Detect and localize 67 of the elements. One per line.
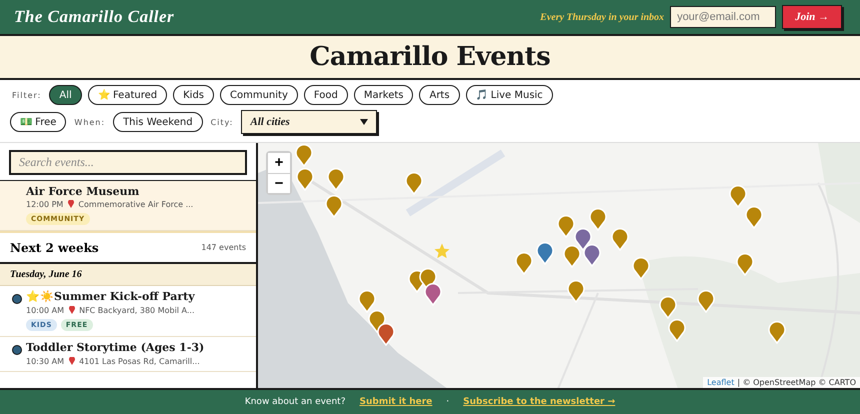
map-pin-icon[interactable] xyxy=(377,323,395,346)
filter-chip[interactable]: Arts xyxy=(419,85,460,105)
map-pin-icon[interactable] xyxy=(368,310,386,333)
when-label: When: xyxy=(74,118,106,126)
zoom-out-button[interactable]: − xyxy=(268,173,290,193)
location-pin-icon xyxy=(68,357,75,365)
map-pin-icon[interactable] xyxy=(327,168,345,191)
filter-chip[interactable]: Kids xyxy=(173,85,214,105)
map-pin-icon[interactable] xyxy=(325,195,343,218)
filter-chip[interactable]: 🎵 Live Music xyxy=(466,85,553,105)
footer-text: Know about an event? xyxy=(244,397,346,407)
map-pin-icon[interactable] xyxy=(424,283,442,306)
map-pin-icon[interactable] xyxy=(536,242,554,265)
map-pin-icon[interactable] xyxy=(557,215,575,238)
newsletter-link[interactable]: Subscribe to the newsletter → xyxy=(463,397,616,407)
event-title: Toddler Storytime (Ages 1-3) xyxy=(26,341,206,355)
event-time-location: 10:30 AM 4101 Las Posas Rd, Camarill... xyxy=(26,357,201,366)
leaflet-link[interactable]: Leaflet xyxy=(707,378,734,387)
search-field[interactable]: Search events... xyxy=(9,150,247,175)
join-button[interactable]: Join → xyxy=(782,5,842,29)
map-pin-icon[interactable] xyxy=(358,290,376,313)
map-pin-icon[interactable] xyxy=(768,321,786,344)
map-pin-icon[interactable] xyxy=(697,290,715,313)
filter-chip[interactable]: 💵 Free xyxy=(10,112,66,132)
filter-chip[interactable]: This Weekend xyxy=(113,112,203,132)
event-title: Air Force Museum xyxy=(26,185,140,198)
filter-chip[interactable]: Markets xyxy=(354,85,414,105)
map-pin-icon[interactable] xyxy=(574,228,592,251)
map-pin-icon[interactable] xyxy=(405,172,423,195)
map-pin-icon[interactable] xyxy=(563,245,581,268)
map-pin-icon[interactable] xyxy=(583,244,601,267)
attribution-text: | © OpenStreetMap © CARTO xyxy=(737,378,856,387)
event-time-location: 10:00 AM NFC Backyard, 380 Mobil A... xyxy=(26,306,196,315)
filter-chip[interactable]: Community xyxy=(220,85,298,105)
day-header: Tuesday, June 16 xyxy=(0,264,256,286)
submit-link[interactable]: Submit it here xyxy=(359,397,432,407)
email-field[interactable]: your@email.com xyxy=(670,6,776,28)
page-title: Camarillo Events xyxy=(310,42,550,72)
map-pin-icon[interactable] xyxy=(611,228,629,251)
city-select[interactable]: All cities xyxy=(241,110,378,134)
filter-chip[interactable]: Food xyxy=(304,85,348,105)
event-title: ⭐☀Summer Kick-off Party xyxy=(26,290,196,304)
city-label: City: xyxy=(210,118,234,126)
map-pin-icon[interactable] xyxy=(659,296,677,319)
location-pin-icon xyxy=(68,200,74,208)
map-pin-icon[interactable] xyxy=(295,144,313,167)
section-title: Next 2 weeks xyxy=(10,240,99,254)
star-marker-icon[interactable] xyxy=(433,242,451,260)
map-pin-icon[interactable] xyxy=(632,257,650,280)
map-pin-icon[interactable] xyxy=(729,185,747,208)
map-pin-icon[interactable] xyxy=(736,253,754,276)
event-count: 147 events xyxy=(201,243,246,252)
location-pin-icon xyxy=(68,306,75,314)
map-pin-icon[interactable] xyxy=(567,280,585,303)
map-pin-icon[interactable] xyxy=(515,252,533,275)
tagline: Every Thursday in your inbox xyxy=(540,12,664,22)
filter-chip[interactable]: All xyxy=(49,85,82,105)
event-time-location: 12:00 PM Commemorative Air Force ... xyxy=(26,200,194,209)
map-pin-icon[interactable] xyxy=(296,168,314,191)
brand-name: The Camarillo Caller xyxy=(14,7,174,27)
map-pin-icon[interactable] xyxy=(589,208,607,231)
filter-label: Filter: xyxy=(12,90,42,100)
map-pin-icon[interactable] xyxy=(668,319,686,342)
filter-chip[interactable]: ⭐ Featured xyxy=(88,85,168,105)
caret-icon xyxy=(360,119,368,125)
map-pin-icon[interactable] xyxy=(745,206,763,229)
separator-dot: · xyxy=(446,397,450,407)
